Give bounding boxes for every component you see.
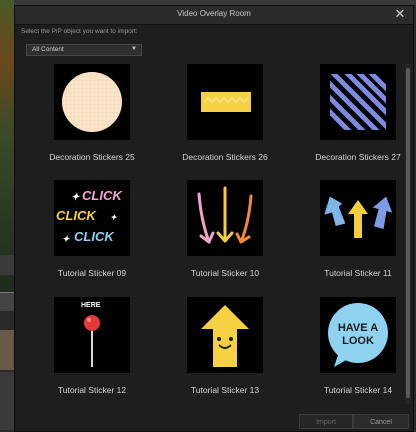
scrollbar-thumb[interactable] [406,68,410,398]
sticker-tile[interactable]: Tutorial Sticker 11 [291,180,411,292]
red-pin-here-sticker-icon: HERE [54,297,130,373]
sticker-tile[interactable]: Decoration Stickers 25 [25,64,145,176]
click-text-3: CLICK [74,229,115,244]
chevron-down-icon: ▼ [131,46,137,52]
content-filter-dropdown[interactable]: All Content ▼ [26,44,142,56]
sticker-label: Tutorial Sticker 13 [190,385,260,395]
here-text: HERE [81,302,101,309]
three-up-arrows-sticker-icon [320,180,396,256]
smiling-yellow-arrow-sticker-icon [187,297,263,373]
click-text-1: CLICK [82,188,123,203]
sticker-tile[interactable]: Decoration Stickers 26 [158,64,278,176]
sticker-label: Tutorial Sticker 14 [323,385,393,395]
sticker-label: Decoration Stickers 25 [49,152,135,162]
dropdown-selected-value: All Content [32,46,64,53]
close-button[interactable]: ✕ [393,7,407,21]
sticker-label: Tutorial Sticker 11 [324,268,392,278]
have-a-look-bubble-sticker-icon: HAVE A LOOK [320,297,396,373]
yellow-zigzag-band-sticker-icon [187,64,263,140]
svg-text:✦: ✦ [62,234,70,244]
sticker-label: Tutorial Sticker 09 [57,268,127,278]
svg-text:✦: ✦ [110,213,118,222]
video-overlay-room-dialog: Video Overlay Room ✕ Select the PiP obje… [14,5,414,432]
three-down-arrows-sticker-icon [187,180,263,256]
sticker-tile[interactable]: Tutorial Sticker 13 [158,297,278,409]
bubble-text-2: LOOK [342,335,374,347]
vertical-scrollbar[interactable] [405,64,411,404]
import-button[interactable]: Import [299,414,353,429]
bubble-text-1: HAVE A [338,322,378,334]
click-click-click-sticker-icon: CLICK CLICK CLICK ✦ ✦ ✦ [54,180,130,256]
sticker-label: Tutorial Sticker 10 [190,268,260,278]
background-panel [0,292,14,311]
background-toolbar [0,255,14,275]
peach-grid-circle-sticker-icon [54,64,130,140]
cancel-button[interactable]: Cancel [353,414,409,429]
dialog-title: Video Overlay Room [177,9,251,18]
sticker-tile[interactable]: Tutorial Sticker 10 [158,180,278,292]
dialog-footer: Import Cancel [15,411,413,431]
sticker-grid: Decoration Stickers 25 Decoration Sticke… [25,64,401,397]
sticker-label: Decoration Stickers 26 [182,152,268,162]
sticker-label: Decoration Stickers 27 [315,152,401,162]
blue-diagonal-stripes-sticker-icon [320,64,396,140]
svg-text:✦: ✦ [71,192,80,203]
background-timeline [0,372,14,430]
sticker-tile[interactable]: CLICK CLICK CLICK ✦ ✦ ✦ Tutorial Sticker… [25,180,145,292]
background-thumbnail [0,330,14,370]
click-text-2: CLICK [56,208,97,223]
sticker-tile[interactable]: Decoration Stickers 27 [291,64,411,176]
instruction-text: Select the PiP object you want to import… [21,28,138,35]
sticker-label: Tutorial Sticker 12 [57,385,127,395]
sticker-tile[interactable]: HAVE A LOOK Tutorial Sticker 14 [291,297,411,409]
dialog-titlebar[interactable]: Video Overlay Room ✕ [15,6,413,25]
sticker-tile[interactable]: HERE Tutorial Sticker 12 [25,297,145,409]
